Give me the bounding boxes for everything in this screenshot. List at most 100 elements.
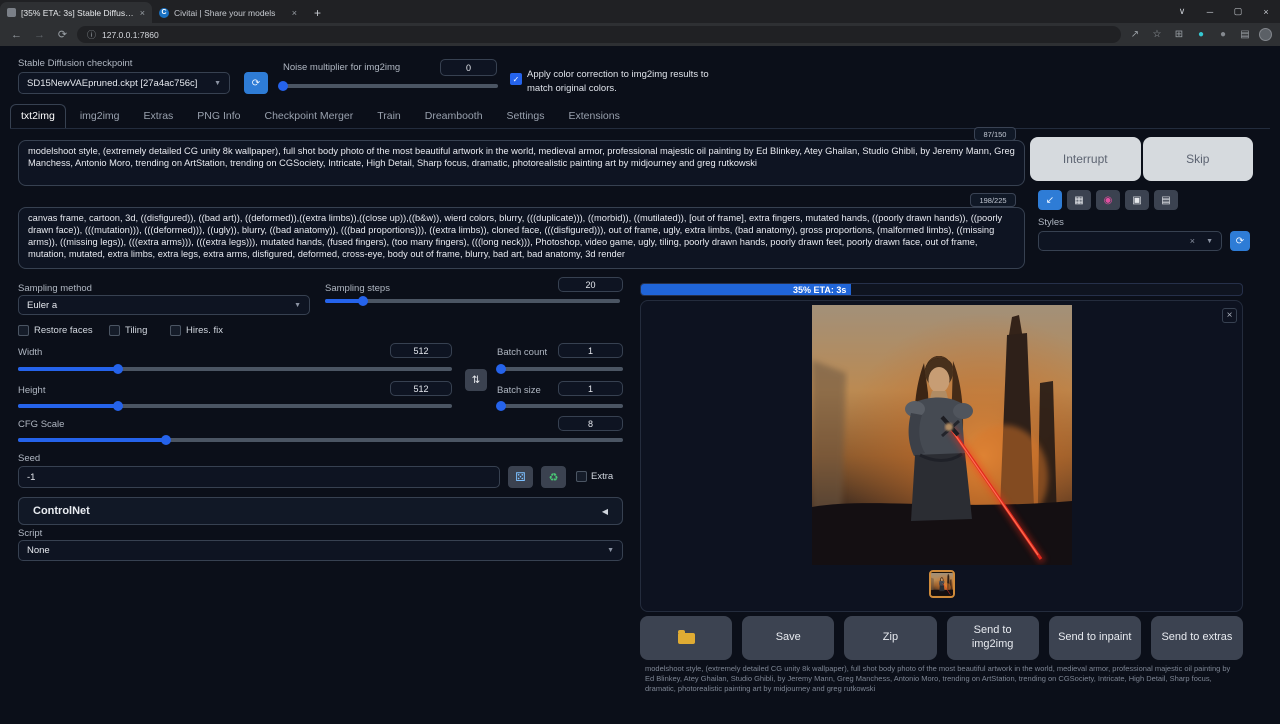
swap-icon: ⇅ [472,375,480,386]
back-icon[interactable]: ← [8,29,25,41]
apply-style-button[interactable]: ▤ [1154,190,1178,210]
chevron-down-icon: ▼ [1206,238,1213,245]
clear-prompt-icon: ▦ [1074,195,1083,206]
controlnet-accordion[interactable]: ControlNet ◀ [18,497,623,525]
tab-search-icon[interactable]: ∨ [1168,6,1196,17]
site-info-icon[interactable]: ⓘ [87,28,96,41]
batch-count-slider[interactable] [499,367,623,371]
sampling-steps-label: Sampling steps [325,283,390,294]
media-control-icon[interactable]: ● [1215,29,1231,40]
batch-size-input[interactable]: 1 [558,381,623,396]
new-tab-button[interactable]: + [304,2,331,23]
progress-text: 35% ETA: 3s [793,285,846,295]
tab-train[interactable]: Train [367,105,411,128]
url-text: 127.0.0.1:7860 [102,30,159,40]
tab-extensions[interactable]: Extensions [558,105,629,128]
extra-seed-checkbox[interactable] [576,471,587,482]
dice-icon: ⚄ [515,470,525,484]
cfg-scale-input[interactable]: 8 [558,416,623,431]
gallery-close-icon[interactable]: × [1222,308,1237,323]
cfg-scale-slider[interactable] [18,438,623,442]
sampling-method-value: Euler a [27,300,57,311]
refresh-checkpoint-button[interactable]: ⟳ [244,72,268,94]
apps-grid-icon[interactable]: ⊞ [1171,29,1187,40]
output-buttons-row: Save Zip Send to img2img Send to inpaint… [640,616,1243,660]
generated-image-preview[interactable] [812,305,1072,565]
send-to-extras-button[interactable]: Send to extras [1151,616,1243,660]
tab-txt2img[interactable]: txt2img [10,104,66,128]
tab-extras[interactable]: Extras [134,105,184,128]
extra-networks-icon: ◉ [1104,195,1113,206]
gallery-thumbnail[interactable] [929,570,955,598]
script-dropdown[interactable]: None ▼ [18,540,623,561]
interrupt-button[interactable]: Interrupt [1030,137,1141,181]
tab-png-info[interactable]: PNG Info [187,105,250,128]
forward-icon[interactable]: → [31,29,48,41]
bookmark-star-icon[interactable]: ☆ [1149,29,1165,40]
width-slider[interactable] [18,367,452,371]
sampling-steps-input[interactable]: 20 [558,277,623,292]
width-input[interactable]: 512 [390,343,452,358]
noise-multiplier-slider[interactable] [281,84,498,88]
paste-generation-params-button[interactable]: ↙ [1038,190,1062,210]
script-value: None [27,545,50,556]
extra-seed-label: Extra [591,471,613,482]
browser-tab-stable-diffusion[interactable]: [35% ETA: 3s] Stable Diffusion × [0,2,152,23]
share-icon[interactable]: ↗ [1127,29,1143,40]
batch-size-label: Batch size [497,385,541,396]
window-close-icon[interactable]: × [1252,7,1280,17]
send-to-inpaint-button[interactable]: Send to inpaint [1049,616,1141,660]
browser-tab-civitai[interactable]: C Civitai | Share your models × [152,2,304,23]
clear-prompt-button[interactable]: ▦ [1067,190,1091,210]
styles-dropdown[interactable]: × ▼ [1038,231,1222,251]
color-correction-checkbox[interactable]: ✓ [510,73,522,85]
minimize-icon[interactable]: ─ [1196,7,1224,17]
sampling-steps-slider[interactable] [325,299,620,303]
tab-close-icon[interactable]: × [292,8,297,18]
seed-input[interactable]: -1 [18,466,500,488]
save-button[interactable]: Save [742,616,834,660]
reload-icon[interactable]: ⟳ [54,28,71,41]
side-panel-icon[interactable]: ▤ [1237,29,1253,40]
restore-faces-checkbox[interactable] [18,325,29,336]
random-seed-button[interactable]: ⚄ [508,466,533,488]
reuse-seed-button[interactable]: ♻ [541,466,566,488]
refresh-styles-button[interactable]: ⟳ [1230,231,1250,251]
checkpoint-dropdown[interactable]: SD15NewVAEpruned.ckpt [27a4ac756c] ▼ [18,72,230,94]
zip-button[interactable]: Zip [844,616,936,660]
clear-styles-icon[interactable]: × [1190,236,1195,246]
height-input[interactable]: 512 [390,381,452,396]
tab-img2img[interactable]: img2img [70,105,130,128]
recycle-icon: ♻ [549,471,559,484]
cfg-scale-label: CFG Scale [18,419,64,430]
height-slider[interactable] [18,404,452,408]
prompt-textarea[interactable]: modelshoot style, (extremely detailed CG… [18,140,1025,186]
url-bar[interactable]: ⓘ 127.0.0.1:7860 [77,26,1121,43]
sampling-method-dropdown[interactable]: Euler a ▼ [18,295,310,315]
tab-checkpoint-merger[interactable]: Checkpoint Merger [254,105,363,128]
save-style-button[interactable]: ▣ [1125,190,1149,210]
civitai-favicon: C [159,8,169,18]
chevron-down-icon: ▼ [214,80,221,87]
tab-title: [35% ETA: 3s] Stable Diffusion [21,8,135,18]
hires-fix-checkbox[interactable] [170,325,181,336]
tiling-checkbox[interactable] [109,325,120,336]
tab-dreambooth[interactable]: Dreambooth [415,105,493,128]
maximize-icon[interactable]: ▢ [1224,6,1252,17]
tab-settings[interactable]: Settings [497,105,555,128]
profile-avatar[interactable] [1259,28,1272,41]
extra-networks-button[interactable]: ◉ [1096,190,1120,210]
batch-size-slider[interactable] [499,404,623,408]
seed-label: Seed [18,453,40,464]
skip-button[interactable]: Skip [1143,137,1254,181]
negative-token-counter: 198/225 [970,193,1016,207]
noise-multiplier-input[interactable]: 0 [440,59,497,76]
open-folder-button[interactable] [640,616,732,660]
send-to-img2img-button[interactable]: Send to img2img [947,616,1039,660]
height-label: Height [18,385,45,396]
extension-icon[interactable]: ● [1193,29,1209,40]
negative-prompt-textarea[interactable]: canvas frame, cartoon, 3d, ((disfigured)… [18,207,1025,269]
tab-close-icon[interactable]: × [140,8,145,18]
swap-dimensions-button[interactable]: ⇅ [465,369,487,391]
batch-count-input[interactable]: 1 [558,343,623,358]
